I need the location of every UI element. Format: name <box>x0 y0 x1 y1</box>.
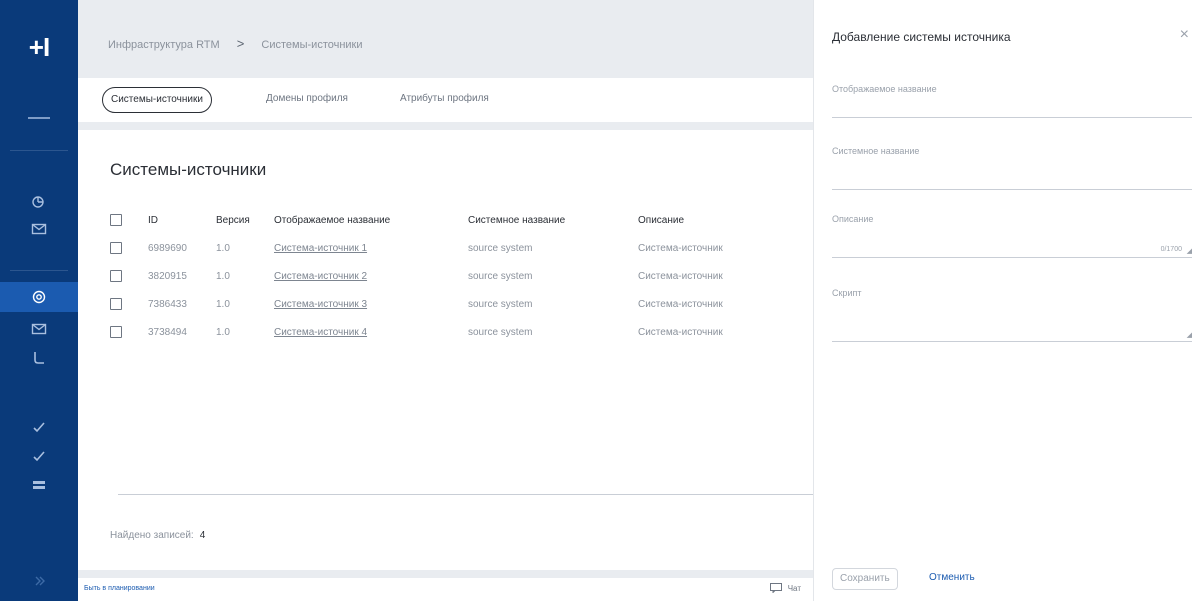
select-all-checkbox[interactable] <box>110 214 122 226</box>
tabs-bar: Системы-источники Домены профиля Атрибут… <box>78 78 813 122</box>
cell-system-name: source system <box>468 326 533 338</box>
records-found-count: 4 <box>199 530 206 541</box>
cell-description: Система-источник <box>638 242 723 254</box>
description-counter: 0/1700 <box>1160 246 1182 253</box>
nav-item-collapse-icon[interactable] <box>0 566 78 596</box>
cell-system-name: source system <box>468 270 533 282</box>
row-checkbox-cell[interactable] <box>110 290 148 318</box>
cell-id: 3820915 <box>148 270 187 282</box>
save-button[interactable]: Сохранить <box>832 568 898 590</box>
resize-handle-icon[interactable]: ◢ <box>1187 247 1192 255</box>
row-checkbox[interactable] <box>110 242 122 254</box>
breadcrumb-current: Системы-источники <box>261 39 363 51</box>
cell-description: Система-источник <box>638 270 723 282</box>
nav-item-phone-icon[interactable] <box>0 343 78 373</box>
footer-link[interactable]: Быть в планировании <box>84 585 155 592</box>
add-source-system-drawer: Добавление системы источника × Отображае… <box>813 0 1203 601</box>
nav-item-messages-icon[interactable] <box>0 314 78 344</box>
script-field[interactable]: Скрипт ◢ <box>832 280 1192 342</box>
table-row[interactable]: 3738494 1.0 Система-источник 4 source sy… <box>110 318 748 346</box>
chat-icon <box>769 583 782 593</box>
breadcrumb-root[interactable]: Инфраструктура RTM <box>108 39 220 51</box>
cell-version: 1.0 <box>216 298 230 310</box>
breadcrumb: Инфраструктура RTM > Системы-источники <box>108 36 377 51</box>
cell-display-name-link[interactable]: Система-источник 1 <box>274 234 468 262</box>
table-row[interactable]: 3820915 1.0 Система-источник 2 source sy… <box>110 262 748 290</box>
row-checkbox[interactable] <box>110 298 122 310</box>
cell-version: 1.0 <box>216 242 230 254</box>
row-checkbox-cell[interactable] <box>110 234 148 262</box>
tab-source-systems[interactable]: Системы-источники <box>102 87 212 113</box>
close-icon[interactable]: × <box>1180 26 1189 44</box>
column-version[interactable]: Версия <box>216 206 274 234</box>
cell-system-name: source system <box>468 242 533 254</box>
cell-description: Система-источник <box>638 326 723 338</box>
nav-item-check-icon[interactable] <box>0 441 78 471</box>
column-display-name[interactable]: Отображаемое название <box>274 206 468 234</box>
row-checkbox[interactable] <box>110 270 122 282</box>
drawer-title: Добавление системы источника <box>832 30 1011 44</box>
menu-toggle-icon[interactable] <box>28 117 50 119</box>
nav-item-check-icon[interactable] <box>0 412 78 442</box>
records-found: Найдено записей: 4 <box>110 530 205 541</box>
source-systems-table: ID Версия Отображаемое название Системно… <box>110 206 748 346</box>
column-id[interactable]: ID <box>148 206 216 234</box>
content-card: Системы-источники ID Версия Отображаемое… <box>78 130 813 570</box>
row-checkbox-cell[interactable] <box>110 262 148 290</box>
records-found-label: Найдено записей: <box>110 530 194 541</box>
resize-handle-icon[interactable]: ◢ <box>1187 331 1192 339</box>
row-checkbox-cell[interactable] <box>110 318 148 346</box>
display-name-field[interactable]: Отображаемое название <box>832 76 1192 118</box>
cell-version: 1.0 <box>216 270 230 282</box>
footer-bar: Быть в планировании Чат <box>78 578 813 601</box>
column-description[interactable]: Описание <box>638 206 748 234</box>
cell-id: 6989690 <box>148 242 187 254</box>
nav-item-grid-icon[interactable] <box>0 470 78 500</box>
description-field[interactable]: Описание 0/1700 ◢ <box>832 206 1192 258</box>
rail-divider <box>10 150 68 151</box>
app-logo[interactable]: +I <box>0 32 78 63</box>
nav-item-mail-icon[interactable] <box>0 214 78 244</box>
cancel-button[interactable]: Отменить <box>922 568 982 590</box>
description-placeholder: Описание <box>832 214 874 224</box>
nav-item-settings-icon[interactable] <box>0 282 78 312</box>
cell-display-name-link[interactable]: Система-источник 4 <box>274 318 468 346</box>
cell-version: 1.0 <box>216 326 230 338</box>
row-checkbox[interactable] <box>110 326 122 338</box>
tab-profile-attributes[interactable]: Атрибуты профиля <box>392 87 497 113</box>
cell-system-name: source system <box>468 298 533 310</box>
cell-display-name-link[interactable]: Система-источник 3 <box>274 290 468 318</box>
table-row[interactable]: 7386433 1.0 Система-источник 3 source sy… <box>110 290 748 318</box>
rail-divider <box>10 270 68 271</box>
breadcrumb-separator: > <box>236 36 245 51</box>
display-name-placeholder: Отображаемое название <box>832 84 937 94</box>
tab-profile-domains[interactable]: Домены профиля <box>258 87 356 113</box>
system-name-field[interactable]: Системное название <box>832 138 1192 190</box>
page-title: Системы-источники <box>110 160 267 179</box>
cell-display-name-link[interactable]: Система-источник 2 <box>274 262 468 290</box>
system-name-placeholder: Системное название <box>832 146 920 156</box>
main-panel: Инфраструктура RTM > Системы-источники С… <box>78 0 813 601</box>
chat-button[interactable]: Чат <box>769 583 801 593</box>
column-system-name[interactable]: Системное название <box>468 206 638 234</box>
cell-id: 3738494 <box>148 326 187 338</box>
table-row[interactable]: 6989690 1.0 Система-источник 1 source sy… <box>110 234 748 262</box>
select-all-checkbox-cell[interactable] <box>110 206 148 234</box>
cell-id: 7386433 <box>148 298 187 310</box>
script-placeholder: Скрипт <box>832 288 862 298</box>
table-divider <box>118 494 813 495</box>
cell-description: Система-источник <box>638 298 723 310</box>
nav-rail: +I <box>0 0 78 601</box>
chat-label: Чат <box>787 583 801 593</box>
table-header-row: ID Версия Отображаемое название Системно… <box>110 206 748 234</box>
